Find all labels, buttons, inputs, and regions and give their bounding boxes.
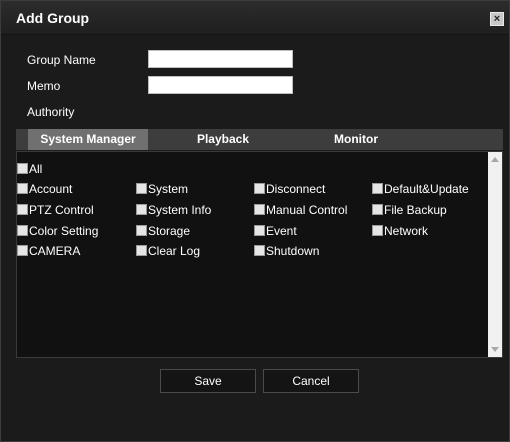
checkbox-box[interactable] — [136, 183, 147, 194]
checkbox-box[interactable] — [136, 225, 147, 236]
authority-tabs: System Manager Playback Monitor — [16, 129, 503, 150]
checkbox-label: Disconnect — [266, 182, 326, 196]
dialog-titlebar: Add Group × — [1, 1, 509, 35]
checkbox-box[interactable] — [254, 183, 265, 194]
close-icon[interactable]: × — [490, 12, 504, 26]
checkbox-storage[interactable]: Storage — [136, 224, 190, 238]
checkbox-label: System Info — [148, 203, 212, 217]
checkbox-label: Account — [29, 182, 73, 196]
checkbox-label: File Backup — [384, 203, 447, 217]
checkbox-system-info[interactable]: System Info — [136, 203, 211, 217]
dialog-title: Add Group — [16, 10, 90, 26]
checkbox-label: All — [29, 162, 43, 176]
checkbox-box[interactable] — [17, 163, 28, 174]
checkbox-label: Event — [266, 224, 297, 238]
checkbox-all[interactable]: All — [17, 162, 42, 176]
checkbox-box[interactable] — [254, 245, 265, 256]
group-name-input[interactable] — [148, 50, 293, 68]
memo-input[interactable] — [148, 76, 293, 94]
permissions-scrollbar[interactable] — [488, 152, 502, 357]
memo-label: Memo — [27, 79, 61, 93]
checkbox-default-update[interactable]: Default&Update — [372, 182, 469, 196]
checkbox-label: Color Setting — [29, 224, 99, 238]
checkbox-box[interactable] — [17, 183, 28, 194]
tab-monitor[interactable]: Monitor — [296, 129, 416, 150]
checkbox-label: Shutdown — [266, 244, 320, 258]
checkbox-box[interactable] — [372, 225, 383, 236]
checkbox-system[interactable]: System — [136, 182, 188, 196]
checkbox-network[interactable]: Network — [372, 224, 428, 238]
scroll-down-icon[interactable] — [491, 347, 499, 352]
checkbox-box[interactable] — [372, 183, 383, 194]
checkbox-event[interactable]: Event — [254, 224, 297, 238]
scroll-up-icon[interactable] — [491, 157, 499, 162]
checkbox-box[interactable] — [17, 204, 28, 215]
checkbox-box[interactable] — [254, 204, 265, 215]
checkbox-box[interactable] — [17, 225, 28, 236]
checkbox-file-backup[interactable]: File Backup — [372, 203, 447, 217]
checkbox-camera[interactable]: CAMERA — [17, 244, 80, 258]
checkbox-ptz-control[interactable]: PTZ Control — [17, 203, 94, 217]
cancel-button[interactable]: Cancel — [263, 369, 359, 393]
checkbox-disconnect[interactable]: Disconnect — [254, 182, 325, 196]
checkbox-label: CAMERA — [29, 244, 81, 258]
checkbox-manual-control[interactable]: Manual Control — [254, 203, 347, 217]
checkbox-box[interactable] — [372, 204, 383, 215]
checkbox-label: System — [148, 182, 189, 196]
checkbox-label: PTZ Control — [29, 203, 94, 217]
checkbox-label: Network — [384, 224, 429, 238]
checkbox-box[interactable] — [136, 245, 147, 256]
add-group-dialog: Add Group × Group Name Memo Authority Sy… — [0, 0, 510, 442]
checkbox-box[interactable] — [136, 204, 147, 215]
tab-playback[interactable]: Playback — [163, 129, 283, 150]
checkbox-box[interactable] — [17, 245, 28, 256]
checkbox-shutdown[interactable]: Shutdown — [254, 244, 319, 258]
tab-system-manager[interactable]: System Manager — [28, 129, 148, 150]
checkbox-clear-log[interactable]: Clear Log — [136, 244, 200, 258]
checkbox-box[interactable] — [254, 225, 265, 236]
authority-label: Authority — [27, 105, 75, 119]
checkbox-color-setting[interactable]: Color Setting — [17, 224, 98, 238]
group-name-label: Group Name — [27, 53, 96, 67]
save-button[interactable]: Save — [160, 369, 256, 393]
checkbox-label: Clear Log — [148, 244, 201, 258]
checkbox-label: Default&Update — [384, 182, 469, 196]
checkbox-label: Manual Control — [266, 203, 348, 217]
permissions-panel: All Account System Disconnect Default&Up… — [16, 151, 503, 358]
checkbox-label: Storage — [148, 224, 191, 238]
checkbox-account[interactable]: Account — [17, 182, 72, 196]
